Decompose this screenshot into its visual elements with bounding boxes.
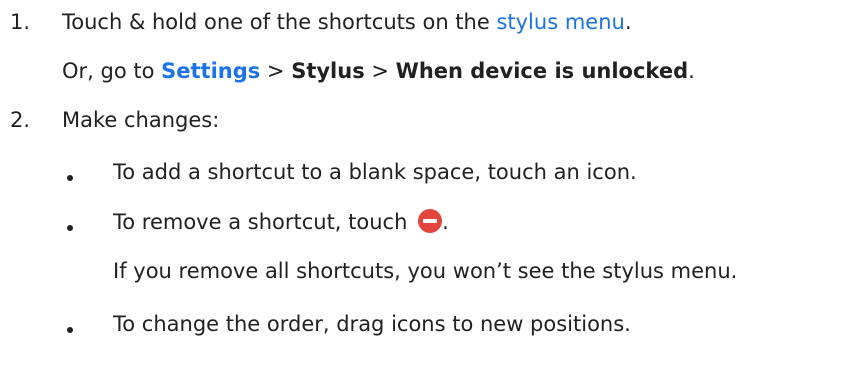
bullet-dot <box>67 327 73 333</box>
bullet-dot <box>67 175 73 181</box>
alt-prefix: Or, go to <box>62 59 162 83</box>
path-separator: > <box>364 59 396 83</box>
step-2-number: 2. <box>10 108 31 132</box>
step-1-alt-path: Or, go to Settings > Stylus > When devic… <box>62 57 695 85</box>
bullet-dot <box>67 225 73 231</box>
remove-icon <box>418 209 443 233</box>
stylus-menu-link[interactable]: stylus menu <box>496 10 624 34</box>
alt-suffix: . <box>688 59 695 83</box>
remove-shortcut-suffix: . <box>442 210 449 234</box>
bullet-change-order: To change the order, drag icons to new p… <box>113 312 631 336</box>
bullet-remove-shortcut: To remove a shortcut, touch . <box>113 208 449 236</box>
step-1-text-before: Touch & hold one of the shortcuts on the <box>62 10 497 34</box>
remove-shortcut-text: To remove a shortcut, touch <box>113 210 415 234</box>
when-device-unlocked-setting: When device is unlocked <box>395 59 689 83</box>
step-2-text: Make changes: <box>62 108 220 132</box>
settings-link[interactable]: Settings <box>161 59 260 83</box>
step-1-number: 1. <box>10 10 31 34</box>
remove-shortcut-note: If you remove all shortcuts, you won’t s… <box>113 259 738 283</box>
path-separator: > <box>260 59 292 83</box>
step-1-text-after: . <box>624 10 632 34</box>
bullet-add-shortcut: To add a shortcut to a blank space, touc… <box>113 160 637 184</box>
stylus-setting: Stylus <box>291 59 365 83</box>
step-1-text: Touch & hold one of the shortcuts on the… <box>62 8 632 36</box>
instructions: 1. Touch & hold one of the shortcuts on … <box>0 0 852 376</box>
